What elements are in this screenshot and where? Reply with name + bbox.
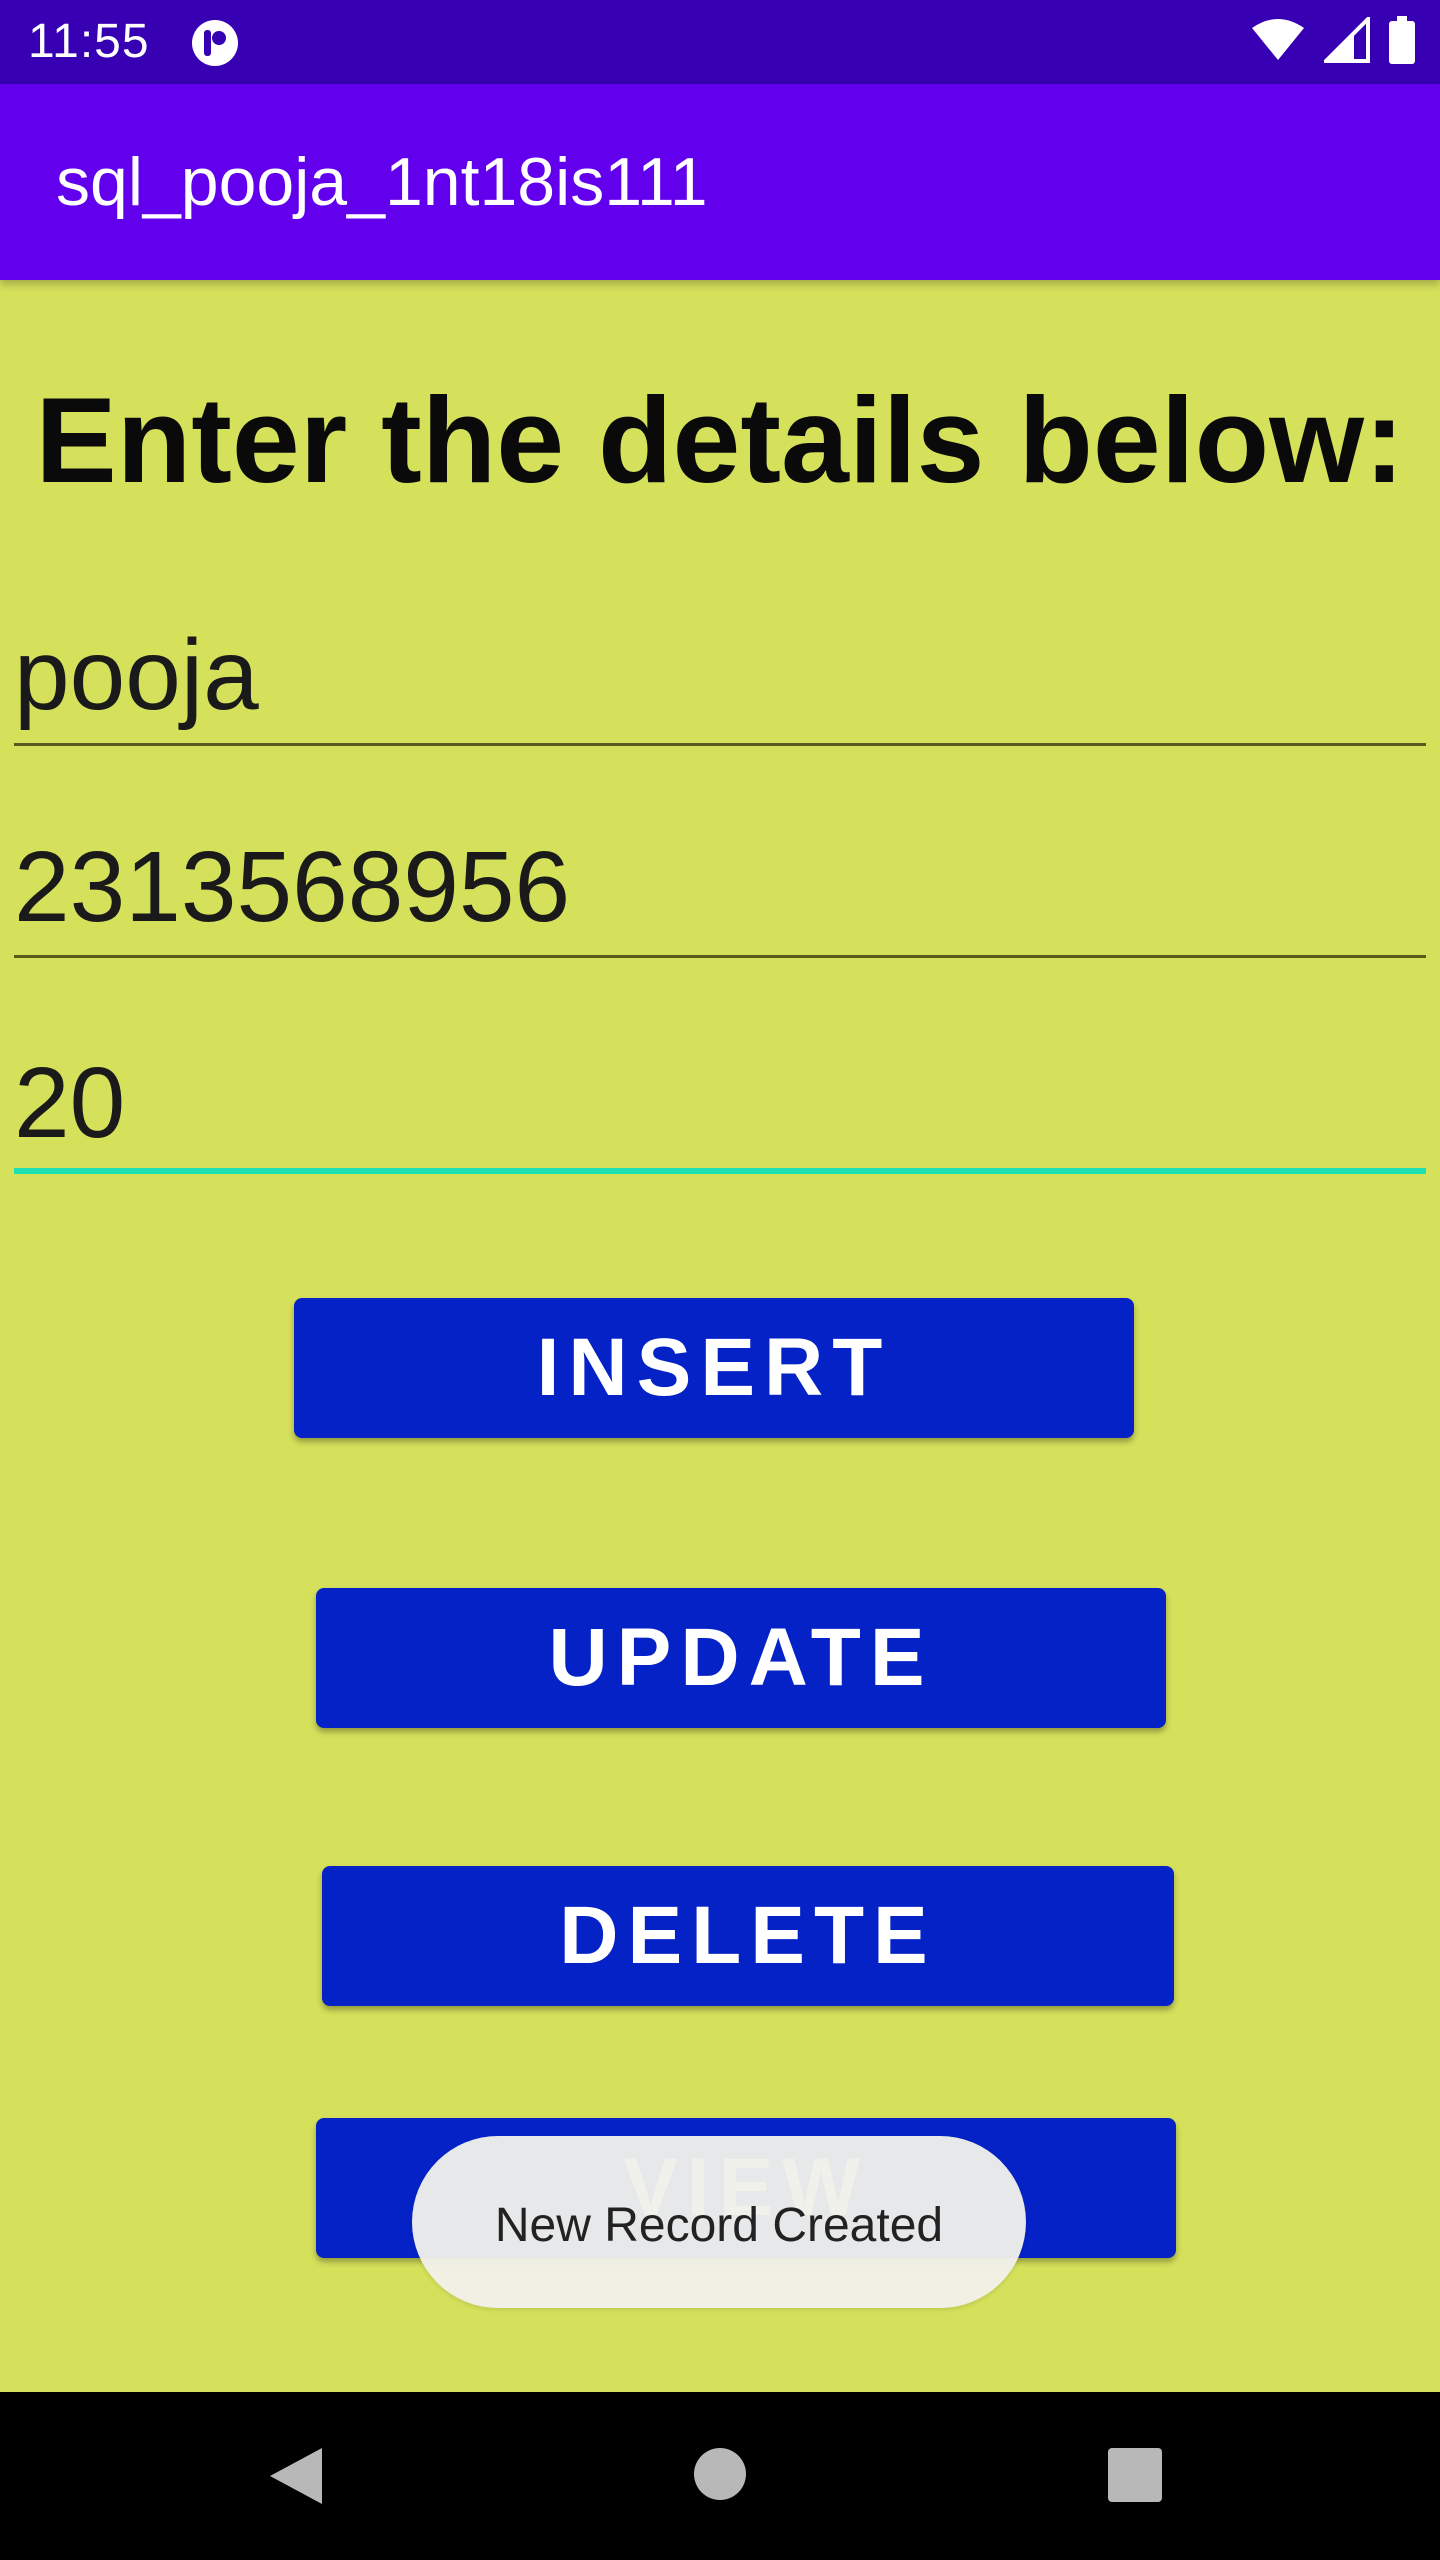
phone-field[interactable]	[14, 828, 1426, 958]
status-icons	[1250, 13, 1416, 69]
name-field[interactable]	[14, 616, 1426, 746]
home-icon[interactable]	[694, 2448, 746, 2500]
back-icon[interactable]	[266, 2444, 326, 2513]
update-button[interactable]: UPDATE	[316, 1588, 1166, 1728]
app-screen: 11:55 sql_pooja_1nt18is111 Enter the det…	[0, 0, 1440, 2560]
toast-message: New Record Created	[412, 2136, 1026, 2308]
cellular-signal-icon	[1321, 13, 1370, 68]
toast-text: New Record Created	[494, 2198, 944, 2252]
delete-button[interactable]: DELETE	[322, 1866, 1174, 2006]
form-heading: Enter the details below:	[35, 372, 1405, 508]
app-bar: sql_pooja_1nt18is111	[0, 84, 1440, 280]
age-field[interactable]	[14, 1044, 1426, 1174]
status-time: 11:55	[28, 15, 150, 68]
name-input[interactable]	[14, 616, 1426, 734]
wifi-icon	[1250, 18, 1306, 67]
insert-button[interactable]: INSERT	[294, 1298, 1134, 1438]
phone-field-underline	[14, 955, 1426, 958]
status-bar: 11:55	[0, 0, 1440, 84]
app-title: sql_pooja_1nt18is111	[56, 144, 708, 220]
phone-input[interactable]	[14, 828, 1426, 946]
age-input[interactable]	[14, 1044, 1426, 1162]
name-field-underline	[14, 743, 1426, 746]
recents-icon[interactable]	[1108, 2448, 1162, 2502]
notification-app-icon	[190, 18, 240, 68]
battery-icon	[1388, 15, 1416, 69]
navigation-bar	[0, 2392, 1440, 2560]
age-field-underline	[14, 1168, 1426, 1174]
